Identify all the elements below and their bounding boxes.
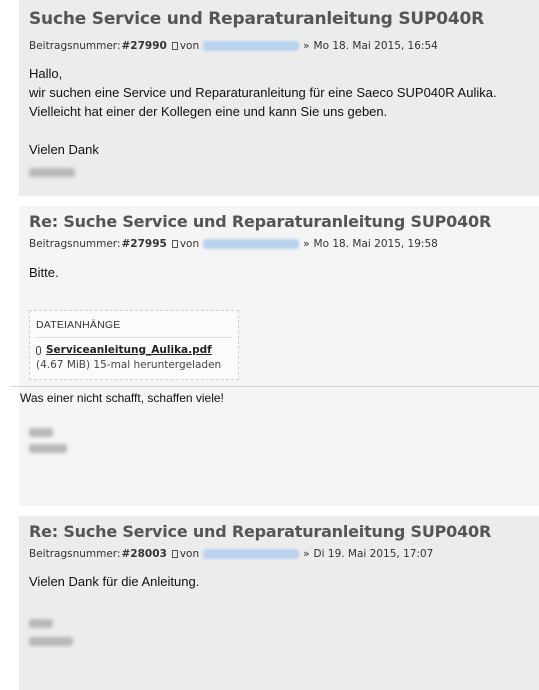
by-label: von [179, 40, 200, 52]
attachments-box: DATEIANHÄNGE Serviceanleitung_Aulika.pdf… [29, 310, 239, 380]
separator: » [303, 238, 310, 250]
content-line: Vielen Dank für die Anleitung. [29, 574, 200, 589]
attachments-heading: DATEIANHÄNGE [36, 319, 232, 338]
signature-divider [10, 386, 539, 387]
content-line: Vielleicht hat einer der Kollegen eine u… [29, 104, 388, 119]
signature-redacted [29, 428, 53, 437]
post-content: Hallo, wir suchen eine Service und Repar… [29, 64, 497, 159]
post-28003: Re: Suche Service und Reparaturanleitung… [19, 516, 539, 690]
post-date: Mo 18. Mai 2015, 19:58 [313, 238, 438, 250]
signature-redacted [29, 637, 73, 646]
attachment-file: Serviceanleitung_Aulika.pdf [36, 344, 232, 356]
attachment-link[interactable]: Serviceanleitung_Aulika.pdf [46, 344, 212, 356]
content-line: wir suchen eine Service und Reparaturanl… [29, 85, 497, 100]
attachment-info: (4.67 MiB) 15-mal heruntergeladen [36, 359, 222, 371]
signature-redacted [29, 619, 53, 628]
content-line [29, 121, 497, 140]
post-number[interactable]: #28003 [121, 548, 166, 560]
signature-text: Was einer nicht schafft, schaffen viele! [20, 391, 224, 405]
post-date: Di 19. Mai 2015, 17:07 [313, 548, 434, 560]
separator: » [303, 548, 310, 560]
post-number-label: Beitragsnummer: [29, 548, 121, 560]
by-label: von [179, 238, 200, 250]
post-number[interactable]: #27995 [121, 238, 166, 250]
document-icon[interactable] [171, 550, 178, 558]
author-name-redacted[interactable] [203, 549, 300, 559]
document-icon[interactable] [171, 240, 178, 248]
content-line: Vielen Dank [29, 142, 99, 157]
post-number-label: Beitragsnummer: [29, 40, 121, 52]
paperclip-icon [36, 345, 41, 355]
post-27990: Suche Service und Reparaturanleitung SUP… [19, 0, 539, 196]
by-label: von [179, 548, 200, 560]
post-date: Mo 18. Mai 2015, 16:54 [313, 40, 438, 52]
content-line: Bitte. [29, 265, 59, 280]
separator: » [303, 40, 310, 52]
author-name-redacted[interactable] [203, 239, 300, 249]
post-number-label: Beitragsnummer: [29, 238, 121, 250]
post-title[interactable]: Suche Service und Reparaturanleitung SUP… [29, 9, 484, 29]
post-meta: Beitragsnummer: #27995 von » Mo 18. Mai … [29, 236, 438, 252]
post-content: Bitte. [29, 263, 59, 282]
post-content: Vielen Dank für die Anleitung. [29, 572, 199, 591]
post-27995: Re: Suche Service und Reparaturanleitung… [10, 206, 539, 506]
content-line: Hallo, [29, 66, 63, 81]
post-title[interactable]: Re: Suche Service und Reparaturanleitung… [29, 212, 491, 231]
signature-redacted [29, 168, 75, 177]
signature-redacted [29, 444, 67, 453]
author-name-redacted[interactable] [203, 41, 300, 51]
document-icon[interactable] [171, 42, 178, 50]
post-meta: Beitragsnummer: #27990 von » Mo 18. Mai … [29, 38, 438, 54]
post-title[interactable]: Re: Suche Service und Reparaturanleitung… [29, 522, 491, 541]
post-meta: Beitragsnummer: #28003 von » Di 19. Mai … [29, 546, 433, 562]
post-number[interactable]: #27990 [121, 40, 166, 52]
